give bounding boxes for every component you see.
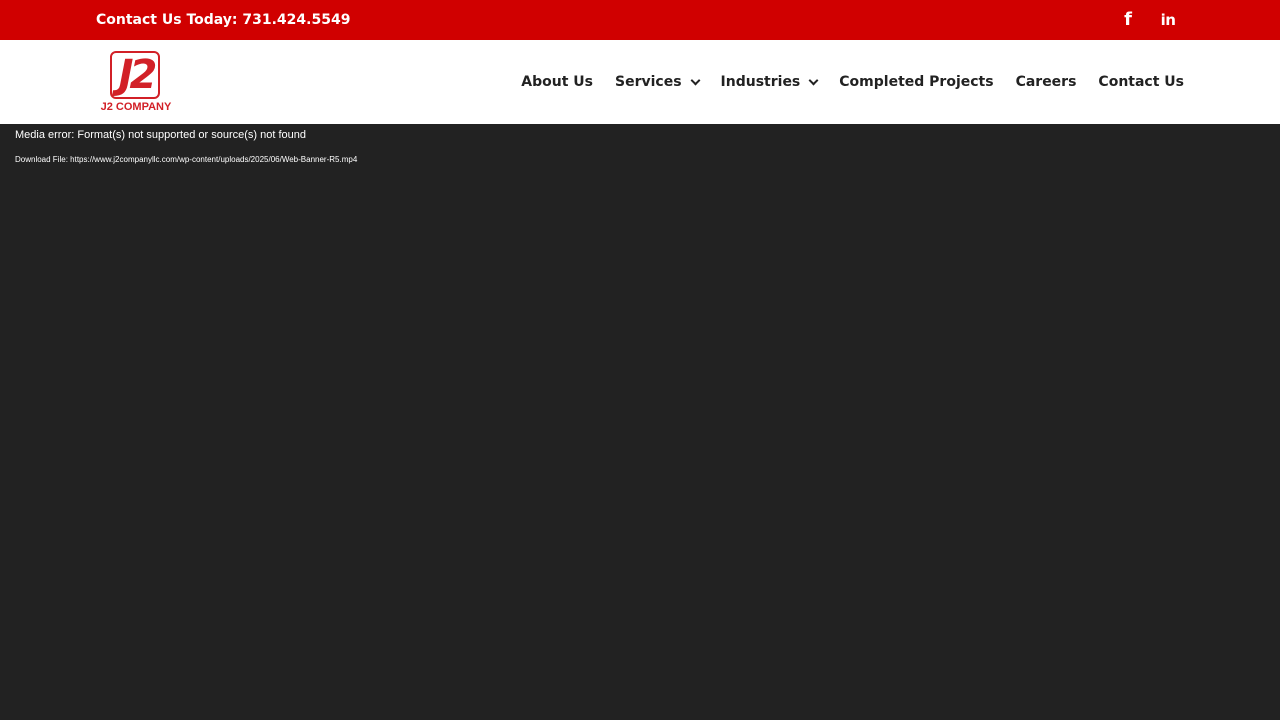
chevron-down-icon: [690, 75, 700, 85]
contact-phone-text[interactable]: Contact Us Today: 731.424.5549: [96, 11, 350, 29]
nav-item-label: Industries: [720, 74, 801, 90]
nav-item-label: Careers: [1015, 74, 1077, 90]
download-file-link[interactable]: https://www.j2companyllc.com/wp-content/…: [70, 155, 357, 164]
nav-item-label: Services: [615, 74, 682, 90]
hero-video-area: Media error: Format(s) not supported or …: [0, 124, 1280, 720]
chevron-down-icon: [808, 75, 819, 85]
logo-mark-text: J2: [118, 52, 158, 98]
facebook-icon[interactable]: f: [1118, 10, 1138, 30]
main-navigation: About Us Services Industries Completed P…: [521, 73, 1184, 91]
j2-company-logo[interactable]: J2 J2 COMPANY: [96, 50, 176, 116]
top-contact-bar: Contact Us Today: 731.424.5549 f in: [0, 0, 1280, 40]
site-header: J2 J2 COMPANY About Us Services Industri…: [0, 40, 1280, 124]
download-file-line: Download File: https://www.j2companyllc.…: [15, 155, 357, 165]
download-file-label: Download File:: [15, 155, 68, 164]
logo-wordmark: J2 COMPANY: [100, 101, 172, 113]
nav-item-completed-projects[interactable]: Completed Projects: [839, 73, 993, 91]
nav-item-industries[interactable]: Industries: [720, 73, 819, 91]
nav-item-careers[interactable]: Careers: [1016, 73, 1077, 91]
media-error-message: Media error: Format(s) not supported or …: [15, 129, 307, 141]
nav-item-contact-us[interactable]: Contact Us: [1098, 73, 1184, 91]
nav-item-services[interactable]: Services: [615, 73, 700, 91]
nav-item-label: Completed Projects: [839, 74, 994, 90]
linkedin-icon[interactable]: in: [1158, 10, 1178, 30]
nav-item-label: About Us: [521, 74, 593, 90]
nav-item-about-us[interactable]: About Us: [521, 73, 593, 91]
nav-item-label: Contact Us: [1098, 74, 1184, 90]
